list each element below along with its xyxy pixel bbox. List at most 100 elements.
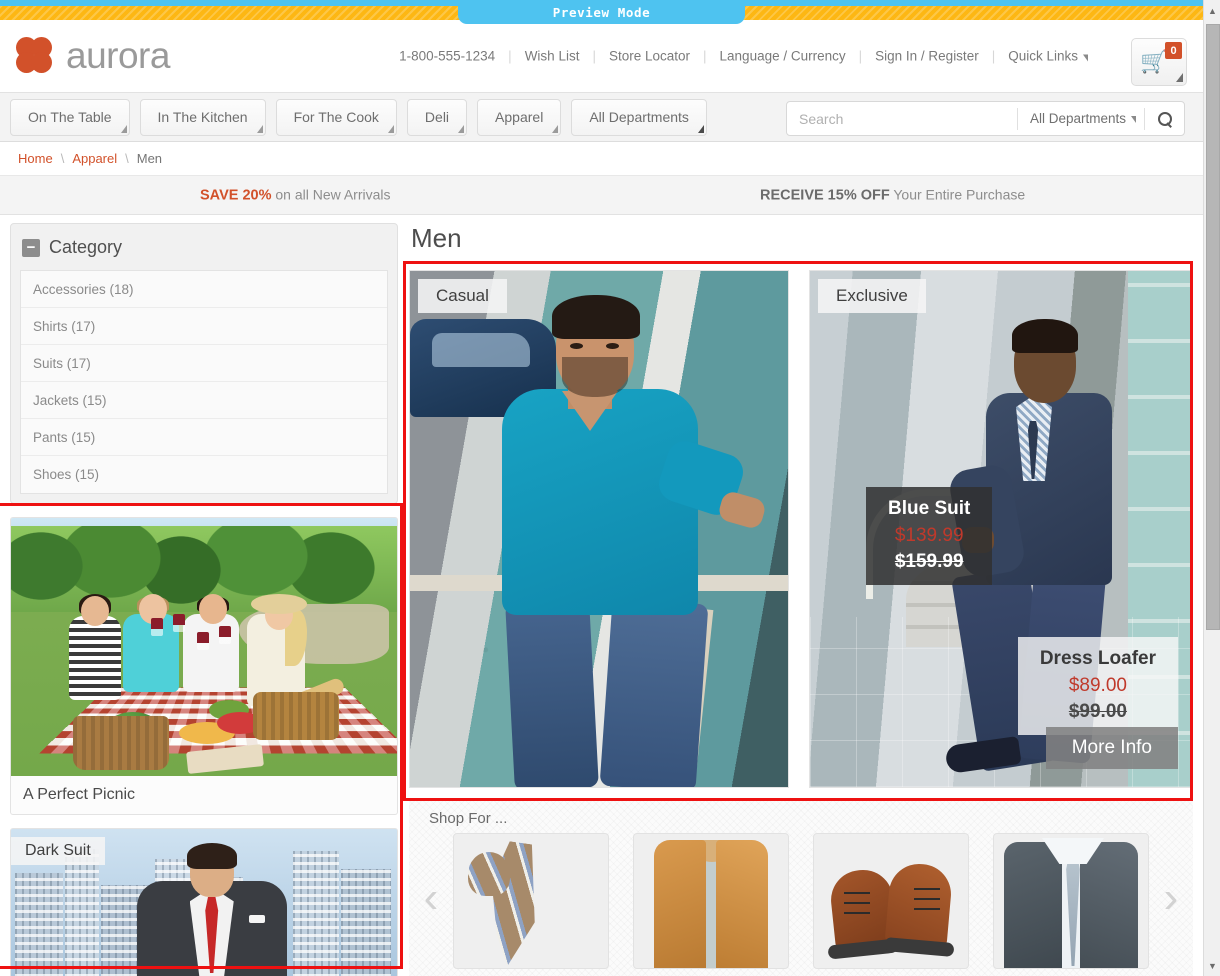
link-wish-list[interactable]: Wish List	[525, 49, 580, 64]
dropdown-corner-icon	[458, 125, 464, 133]
hero-banner-row: Casual	[403, 266, 1195, 788]
hero-banner-casual[interactable]: Casual	[409, 270, 789, 788]
shoelace	[914, 898, 940, 900]
breadcrumb: Home \ Apparel \ Men	[0, 142, 1203, 175]
divider: |	[592, 49, 596, 64]
scroll-up-icon[interactable]: ▲	[1204, 2, 1220, 19]
product-carousel: ‹	[409, 833, 1193, 969]
nav-item-deli[interactable]: Deli	[407, 99, 467, 136]
category-item-pants[interactable]: Pants (15)	[21, 419, 387, 456]
search-bar: All Departments	[786, 101, 1185, 136]
person-3	[183, 614, 239, 692]
dark-suit-label: Dark Suit	[11, 837, 105, 865]
promo-left-rest: on all New Arrivals	[271, 187, 390, 203]
breadcrumb-home[interactable]: Home	[18, 151, 53, 166]
building	[65, 849, 99, 976]
promo-right-strong: RECEIVE 15% OFF	[760, 188, 890, 204]
aurora-clover-icon	[16, 37, 56, 75]
nav-label: Apparel	[495, 109, 543, 125]
scrollbar-thumb[interactable]	[1206, 24, 1220, 630]
chevron-down-icon	[1131, 116, 1136, 123]
search-input[interactable]	[787, 111, 1017, 127]
scroll-down-icon[interactable]: ▼	[1204, 957, 1220, 974]
link-language-currency[interactable]: Language / Currency	[720, 49, 846, 64]
cart-button[interactable]: 🛒 0	[1131, 38, 1187, 86]
chevron-down-icon	[1083, 55, 1088, 62]
breadcrumb-apparel[interactable]: Apparel	[72, 151, 117, 166]
page-title: Men	[403, 215, 1195, 266]
price-box-dress-loafer[interactable]: Dress Loafer $89.00 $99.00	[1018, 637, 1178, 735]
product-sale-price: $89.00	[1040, 674, 1156, 698]
cart-count-badge: 0	[1165, 42, 1182, 59]
wine-glass	[173, 614, 185, 632]
model-hair	[187, 843, 237, 869]
shoelace	[844, 902, 870, 904]
promo-right[interactable]: RECEIVE 15% OFF Your Entire Purchase	[760, 187, 1025, 204]
nav-label: On The Table	[28, 109, 112, 125]
building	[293, 851, 339, 976]
brand-logo[interactable]: aurora	[16, 35, 170, 77]
shoelace	[844, 912, 870, 914]
link-quick-links[interactable]: Quick Links	[1008, 49, 1088, 64]
carousel-next-button[interactable]: ›	[1149, 833, 1193, 963]
divider: |	[508, 49, 512, 64]
picnic-photo	[11, 518, 397, 776]
cart-dropdown-corner-icon[interactable]	[1176, 73, 1183, 82]
search-icon	[1158, 112, 1171, 125]
wine-glass	[219, 626, 231, 644]
shop-for-section: Shop For ... ‹	[409, 800, 1193, 976]
bread-basket	[253, 692, 339, 740]
teal-sweater	[502, 389, 698, 615]
nav-item-all-departments[interactable]: All Departments	[571, 99, 707, 136]
nav-item-in-the-kitchen[interactable]: In The Kitchen	[140, 99, 266, 136]
breadcrumb-separator: \	[125, 151, 129, 166]
category-item-accessories[interactable]: Accessories (18)	[21, 271, 387, 308]
building	[341, 869, 391, 976]
carousel-item-tan-leather-jacket[interactable]	[633, 833, 789, 969]
main-column: Men	[403, 215, 1195, 960]
promo-left[interactable]: SAVE 20% on all New Arrivals	[200, 187, 391, 204]
category-item-shirts[interactable]: Shirts (17)	[21, 308, 387, 345]
promo-right-rest: Your Entire Purchase	[890, 187, 1025, 203]
more-info-button[interactable]: More Info	[1046, 727, 1178, 769]
price-box-blue-suit[interactable]: Blue Suit $139.99 $159.99	[866, 487, 992, 585]
divider: |	[703, 49, 707, 64]
nav-item-for-the-cook[interactable]: For The Cook	[276, 99, 397, 136]
carousel-track	[453, 833, 1149, 969]
breadcrumb-separator: \	[61, 151, 65, 166]
nav-item-apparel[interactable]: Apparel	[477, 99, 561, 136]
preview-mode-tab[interactable]: Preview Mode	[458, 0, 745, 24]
dark-suit-photo: Dark Suit	[11, 829, 397, 976]
jeans-left-leg	[505, 599, 599, 788]
link-sign-in-register[interactable]: Sign In / Register	[875, 49, 979, 64]
sidebar-promo-dark-suit[interactable]: Dark Suit	[10, 828, 398, 976]
banner-tag-casual: Casual	[418, 279, 507, 313]
minus-icon[interactable]: −	[22, 239, 40, 257]
carousel-item-brown-dress-shoes[interactable]	[813, 833, 969, 969]
search-department-select[interactable]: All Departments	[1017, 108, 1144, 130]
model-beard	[562, 357, 628, 397]
search-button[interactable]	[1144, 108, 1184, 130]
vertical-scrollbar[interactable]: ▲ ▼	[1203, 0, 1220, 976]
shoelace	[914, 908, 940, 910]
category-item-shoes[interactable]: Shoes (15)	[21, 456, 387, 493]
model-hair	[1012, 319, 1078, 353]
carousel-prev-button[interactable]: ‹	[409, 833, 453, 963]
category-panel-title: Category	[49, 237, 122, 258]
hero-banner-exclusive[interactable]: Exclusive Blue Suit $139.99 $159.99 Dres…	[809, 270, 1193, 788]
site-header: aurora 1-800-555-1234 | Wish List | Stor…	[0, 20, 1203, 92]
category-panel-header[interactable]: − Category	[20, 233, 388, 270]
person-1	[69, 616, 121, 700]
person-3-head	[199, 594, 227, 624]
phone-number[interactable]: 1-800-555-1234	[399, 49, 495, 64]
link-store-locator[interactable]: Store Locator	[609, 49, 690, 64]
sidebar-promo-picnic[interactable]: A Perfect Picnic	[10, 517, 398, 815]
product-old-price: $99.00	[1040, 700, 1156, 724]
carousel-item-striped-tie[interactable]	[453, 833, 609, 969]
shoelace	[844, 892, 870, 894]
carousel-item-grey-suit[interactable]	[993, 833, 1149, 969]
category-item-suits[interactable]: Suits (17)	[21, 345, 387, 382]
nav-item-on-the-table[interactable]: On The Table	[10, 99, 130, 136]
category-item-jackets[interactable]: Jackets (15)	[21, 382, 387, 419]
model-eye	[570, 343, 583, 349]
